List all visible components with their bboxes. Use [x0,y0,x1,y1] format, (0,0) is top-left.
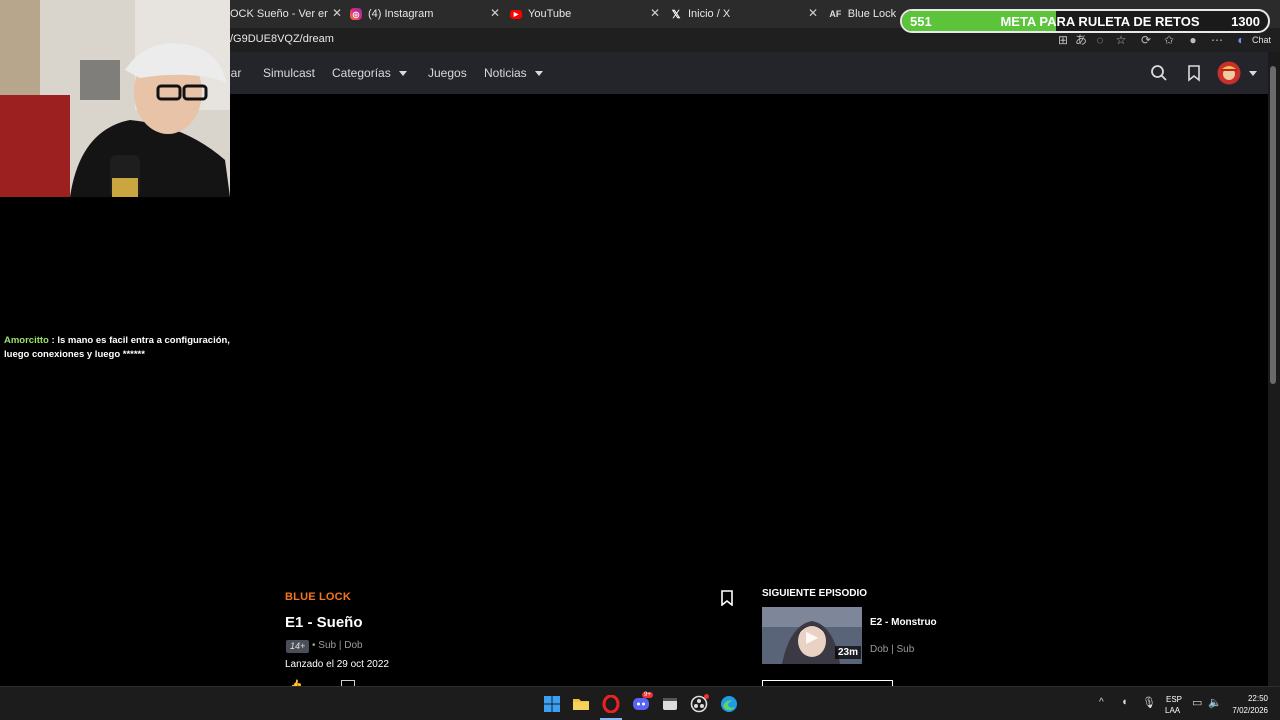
series-link[interactable]: BLUE LOCK [285,591,351,603]
chat-username: Amorcitto [4,335,49,346]
tab-label: YouTube [528,8,572,20]
media-control-icon[interactable]: ◖ [1121,696,1128,708]
chat-label[interactable]: Chat [1252,35,1271,45]
file-explorer-icon[interactable] [572,695,590,713]
chevron-down-icon[interactable] [1249,71,1257,76]
episode-duration: 23m [835,646,862,659]
next-episode-title[interactable]: E2 - Monstruo [870,617,937,628]
instagram-icon: ◎ [350,8,362,20]
scrollbar-thumb[interactable] [1270,66,1276,384]
favorites-icon[interactable]: ✩ [1162,33,1176,47]
close-tab-icon[interactable]: ✕ [808,6,818,20]
tab-instagram[interactable]: ◎ (4) Instagram ✕ [350,4,500,24]
avatar[interactable] [1217,61,1241,85]
chat-message: Amorcitto : ls mano es facil entra a con… [4,334,244,362]
windows-taskbar: 9+ ^ ◖ 🎙 ▭ 🔈 [0,686,1280,720]
nav-label: Categorías [332,66,391,80]
bookmark-episode-icon[interactable] [721,590,733,606]
episode-title: E1 - Sueño [285,614,363,631]
tab-label: OCK Sueño - Ver en Crunch [230,8,328,20]
animeflv-icon: AF [829,9,842,19]
copilot-icon[interactable]: ◐ [1234,33,1248,47]
youtube-icon: ▶ [510,9,522,19]
tab-label: (4) Instagram [368,8,434,20]
profile-icon[interactable]: ● [1186,33,1200,47]
goal-end-value: 1300 [1231,14,1260,29]
video-editor-icon[interactable] [661,695,679,713]
tab-label: Blue Lock Episo [847,8,899,20]
next-episode-label: SIGUIENTE EPISODIO [762,588,868,599]
chevron-up-icon[interactable]: ^ [1099,697,1104,708]
tab-x[interactable]: 𝕏 Inicio / X ✕ [670,4,818,24]
taskbar-date[interactable]: 7/02/2026 [1220,706,1268,715]
close-tab-icon[interactable]: ✕ [332,6,342,20]
close-tab-icon[interactable]: ✕ [650,6,660,20]
nav-item-popular[interactable]: lar [228,66,241,80]
more-menu-icon[interactable]: ⋯ [1210,33,1224,47]
chevron-down-icon [398,70,407,76]
favorite-star-icon[interactable]: ☆ [1114,33,1128,47]
close-tab-icon[interactable]: ✕ [490,6,500,20]
nav-item-juegos[interactable]: Juegos [428,66,467,80]
play-icon: ▶ [806,629,819,646]
edge-browser-icon[interactable] [720,695,738,713]
input-language[interactable]: ESP [1166,695,1182,704]
chevron-down-icon [534,70,543,76]
streamer-webcam-image [0,0,230,197]
search-icon[interactable] [1150,64,1168,82]
recording-dot [704,694,709,699]
age-rating-badge: 14+ [286,640,310,653]
nav-item-categorias[interactable]: Categorías [332,66,407,80]
release-date: Lanzado el 29 oct 2022 [285,659,389,670]
next-episode-audio: Dob | Sub [870,644,915,655]
nav-label: Noticias [484,66,527,80]
translate-icon[interactable]: あ [1074,33,1088,47]
apps-icon[interactable]: ⊞ [1056,33,1070,47]
bookmark-icon[interactable] [1185,64,1203,82]
microphone-icon[interactable]: 🎙 [1142,696,1156,709]
windows-start-icon[interactable] [543,695,561,713]
discord-badge: 9+ [642,692,653,698]
network-icon[interactable]: ▭ [1192,696,1202,709]
stream-goal-bar: 551 META PARA RULETA DE RETOS 1300 [900,9,1270,33]
goal-title: META PARA RULETA DE RETOS [1000,14,1200,29]
extension-icon[interactable]: ◌ [1093,33,1107,47]
audio-options: • Sub | Dob [312,640,363,651]
tab-label: Inicio / X [688,8,731,20]
x-icon: 𝕏 [671,8,681,21]
tab-animeflv[interactable]: AF Blue Lock Episo [829,4,899,24]
taskbar-clock[interactable]: 22:50 [1230,694,1268,703]
nav-item-simulcast[interactable]: Simulcast [263,66,315,80]
nav-item-noticias[interactable]: Noticias [484,66,543,80]
sync-icon[interactable]: ⟳ [1139,33,1153,47]
webcam-overlay [0,0,230,197]
opera-browser-icon[interactable] [602,695,620,713]
url-field[interactable]: /G9DUE8VQZ/dream [230,33,334,45]
tab-crunchyroll[interactable]: OCK Sueño - Ver en Crunch ✕ [230,4,342,24]
tab-youtube[interactable]: ▶ YouTube ✕ [510,4,660,24]
input-layout[interactable]: LAA [1165,706,1180,715]
